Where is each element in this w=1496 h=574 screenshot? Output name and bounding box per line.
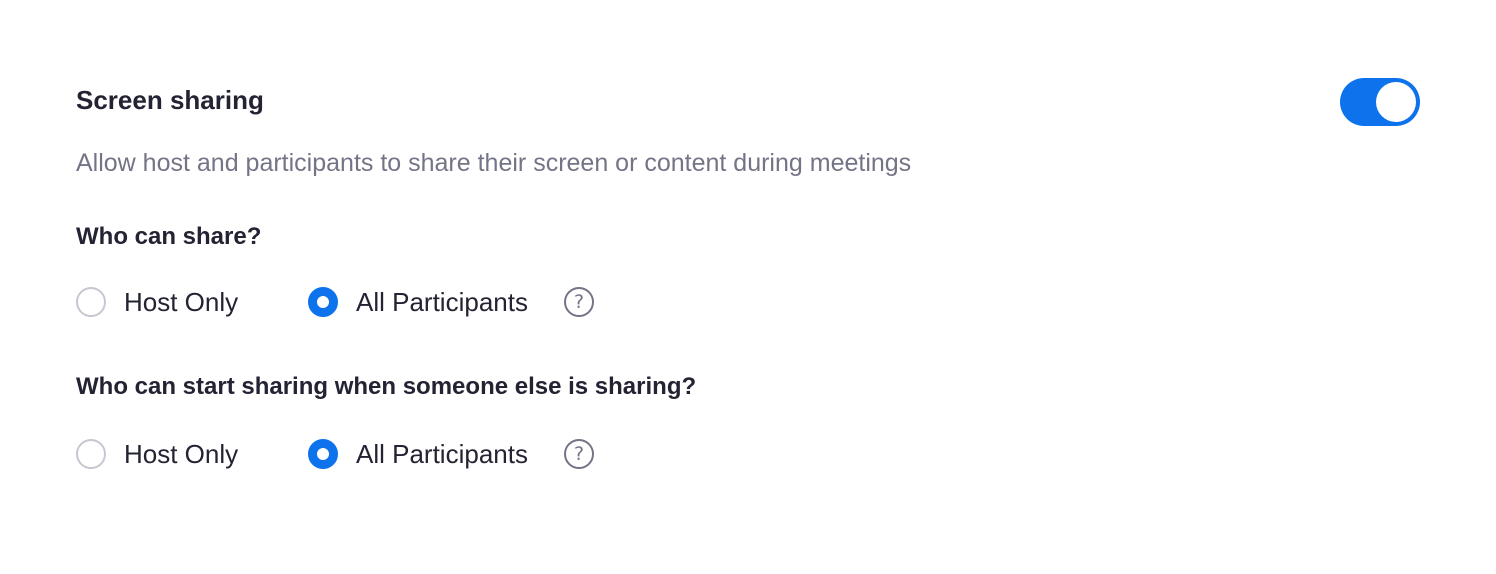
who-can-start-sharing-radio-group: Host Only All Participants ? bbox=[76, 436, 676, 472]
radio-button[interactable] bbox=[76, 287, 106, 317]
who-can-share-all-participants-option[interactable]: All Participants bbox=[308, 284, 528, 320]
who-can-share-host-only-option[interactable]: Host Only bbox=[76, 284, 238, 320]
who-can-share-label: Who can share? bbox=[76, 223, 262, 250]
radio-button[interactable] bbox=[76, 439, 106, 469]
who-can-start-sharing-all-participants-option[interactable]: All Participants bbox=[308, 436, 528, 472]
radio-label: All Participants bbox=[356, 439, 528, 469]
radio-label: Host Only bbox=[124, 439, 239, 469]
who-can-share-radio-group: Host Only All Participants ? bbox=[76, 284, 676, 320]
who-can-start-sharing-label: Who can start sharing when someone else … bbox=[76, 373, 697, 400]
who-can-start-sharing-host-only-option[interactable]: Host Only bbox=[76, 436, 238, 472]
setting-description: Allow host and participants to share the… bbox=[76, 149, 912, 177]
setting-title: Screen sharing bbox=[76, 85, 264, 115]
radio-label: Host Only bbox=[124, 287, 239, 317]
question-circle-icon[interactable]: ? bbox=[564, 439, 594, 469]
screen-sharing-toggle[interactable] bbox=[1340, 78, 1420, 126]
radio-button-selected[interactable] bbox=[308, 439, 338, 469]
radio-label: All Participants bbox=[356, 287, 528, 317]
toggle-knob bbox=[1376, 82, 1416, 122]
radio-button-selected[interactable] bbox=[308, 287, 338, 317]
question-circle-icon[interactable]: ? bbox=[564, 287, 594, 317]
